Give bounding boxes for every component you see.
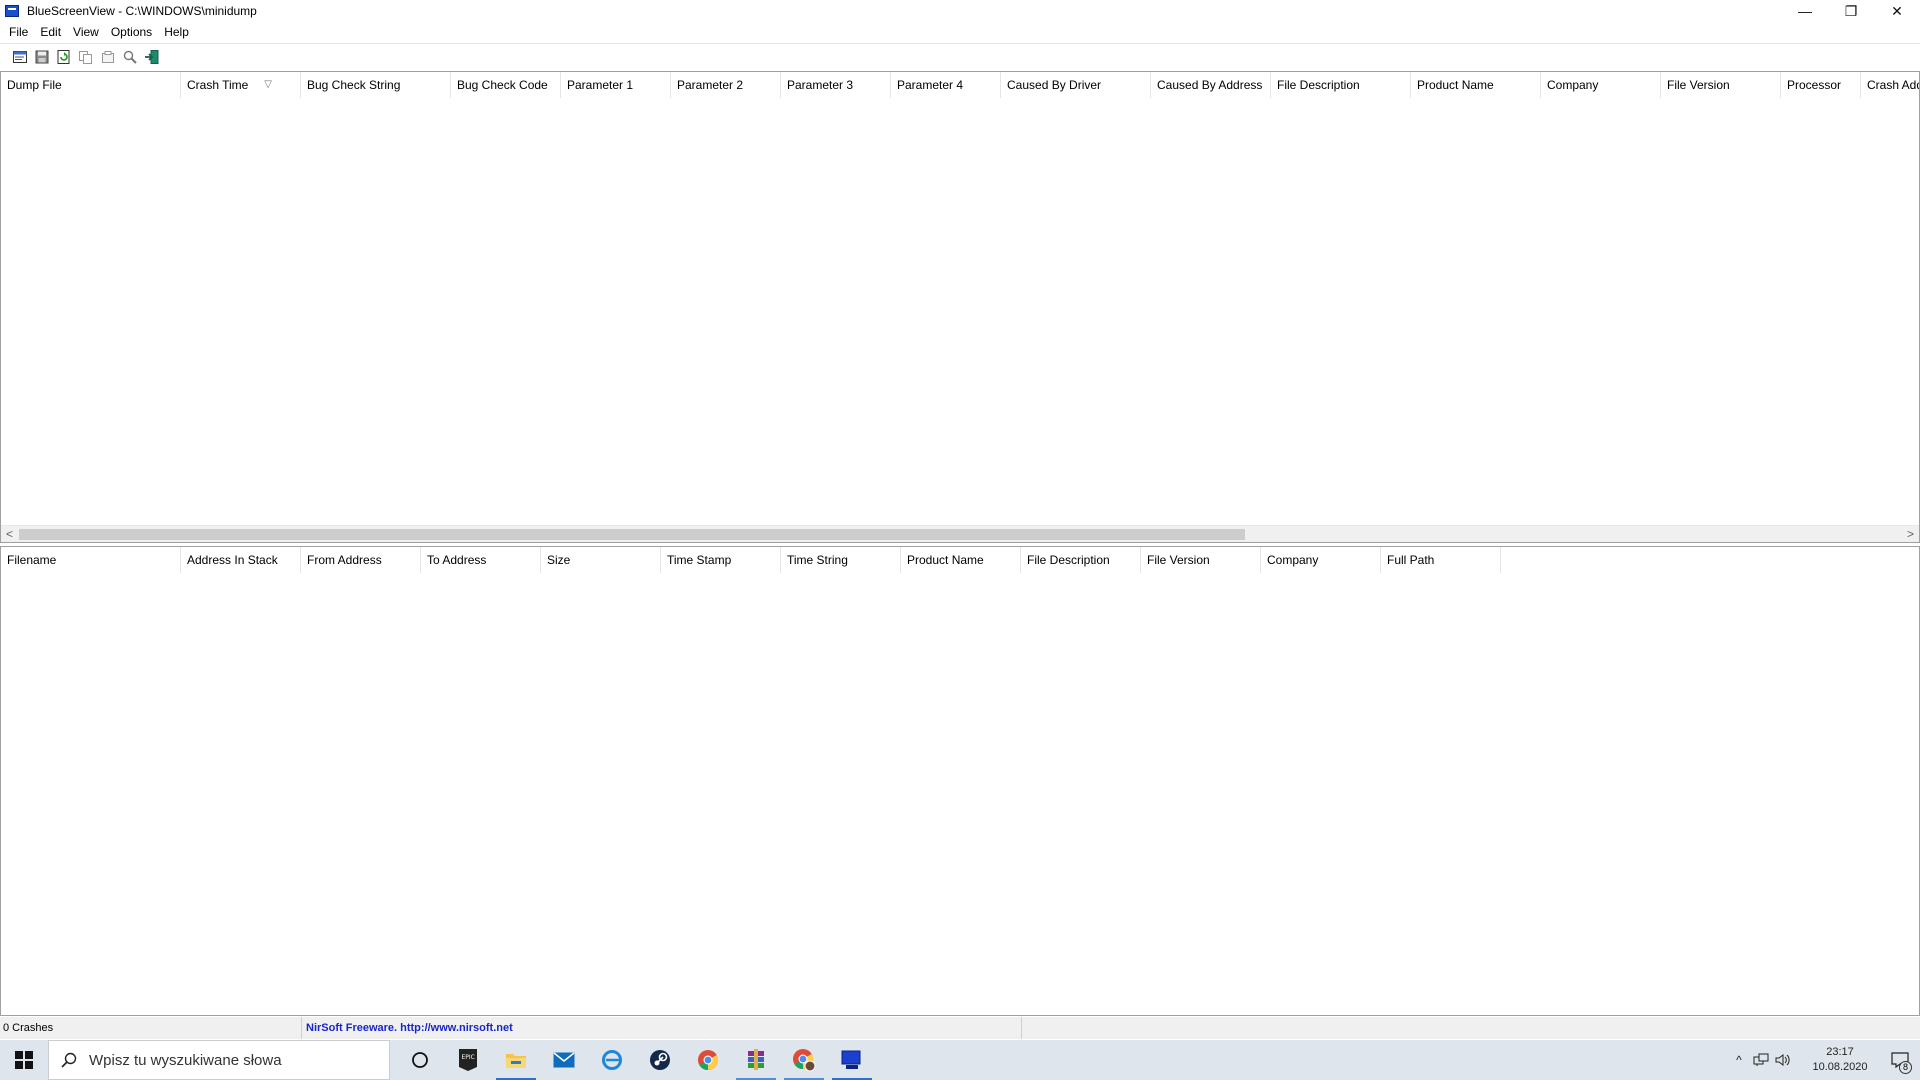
menu-options[interactable]: Options xyxy=(105,22,158,42)
search-placeholder: Wpisz tu wyszukiwane słowa xyxy=(89,1051,282,1069)
col-time-string[interactable]: Time String xyxy=(781,547,901,573)
col-bug-check-code[interactable]: Bug Check Code xyxy=(451,72,561,98)
col-from-address[interactable]: From Address xyxy=(301,547,421,573)
search-icon xyxy=(61,1052,77,1068)
network-icon[interactable] xyxy=(1750,1040,1772,1080)
col-bug-check-string[interactable]: Bug Check String xyxy=(301,72,451,98)
col-time-stamp[interactable]: Time Stamp xyxy=(661,547,781,573)
col-file-version-2[interactable]: File Version xyxy=(1141,547,1261,573)
nirsoft-link[interactable]: NirSoft Freeware. http://www.nirsoft.net xyxy=(302,1017,1022,1039)
status-bar: 0 Crashes NirSoft Freeware. http://www.n… xyxy=(0,1017,1920,1039)
window-title: BlueScreenView - C:\WINDOWS\minidump xyxy=(27,4,257,18)
bluescreenview-icon[interactable] xyxy=(828,1040,876,1080)
horizontal-scrollbar[interactable]: < > xyxy=(1,525,1919,542)
tray-chevron-icon[interactable]: ^ xyxy=(1728,1040,1750,1080)
col-parameter-1[interactable]: Parameter 1 xyxy=(561,72,671,98)
exit-icon[interactable] xyxy=(142,47,162,67)
col-filename[interactable]: Filename xyxy=(1,547,181,573)
notification-count-badge: 8 xyxy=(1899,1061,1912,1074)
col-to-address[interactable]: To Address xyxy=(421,547,541,573)
col-parameter-2[interactable]: Parameter 2 xyxy=(671,72,781,98)
col-product-name[interactable]: Product Name xyxy=(1411,72,1541,98)
clock-date: 10.08.2020 xyxy=(1812,1061,1868,1073)
driver-list-header: Filename Address In Stack From Address T… xyxy=(1,547,1501,573)
col-crash-time-label: Crash Time xyxy=(187,78,249,92)
scroll-thumb[interactable] xyxy=(19,529,1245,540)
winrar-icon[interactable] xyxy=(732,1040,780,1080)
start-button[interactable] xyxy=(0,1040,48,1080)
scroll-left-arrow[interactable]: < xyxy=(1,526,18,542)
restore-button[interactable]: ❐ xyxy=(1828,0,1874,22)
scroll-right-arrow[interactable]: > xyxy=(1902,526,1919,542)
html-report-icon[interactable] xyxy=(98,47,118,67)
chrome-icon[interactable] xyxy=(684,1040,732,1080)
menu-edit[interactable]: Edit xyxy=(34,22,67,42)
crash-list-pane[interactable]: Dump File Crash Time ▽ Bug Check String B… xyxy=(0,71,1920,543)
properties-icon[interactable] xyxy=(10,47,30,67)
copy-icon[interactable] xyxy=(76,47,96,67)
col-file-version[interactable]: File Version xyxy=(1661,72,1781,98)
title-bar: BlueScreenView - C:\WINDOWS\minidump — ❐… xyxy=(0,0,1920,22)
crash-list-header: Dump File Crash Time ▽ Bug Check String B… xyxy=(1,72,1919,98)
col-file-description-2[interactable]: File Description xyxy=(1021,547,1141,573)
col-crash-time[interactable]: Crash Time ▽ xyxy=(181,72,301,98)
col-file-description[interactable]: File Description xyxy=(1271,72,1411,98)
refresh-icon[interactable] xyxy=(54,47,74,67)
taskbar: Wpisz tu wyszukiwane słowa EPIC ^ 23:17 … xyxy=(0,1040,1920,1080)
col-company-2[interactable]: Company xyxy=(1261,547,1381,573)
minimize-button[interactable]: — xyxy=(1782,0,1828,22)
bluescreenview-app-icon xyxy=(5,5,19,17)
windows-logo-icon xyxy=(15,1051,33,1069)
col-product-name-2[interactable]: Product Name xyxy=(901,547,1021,573)
toolbar xyxy=(0,43,1920,69)
mail-icon[interactable] xyxy=(540,1040,588,1080)
driver-list-pane[interactable]: Filename Address In Stack From Address T… xyxy=(0,546,1920,1016)
col-processor[interactable]: Processor xyxy=(1781,72,1861,98)
epic-games-icon[interactable]: EPIC xyxy=(444,1040,492,1080)
sort-descending-icon: ▽ xyxy=(264,79,272,90)
system-tray: ^ 23:17 10.08.2020 8 xyxy=(1728,1040,1920,1080)
save-icon[interactable] xyxy=(32,47,52,67)
taskbar-clock[interactable]: 23:17 10.08.2020 xyxy=(1800,1045,1880,1075)
svg-text:EPIC: EPIC xyxy=(462,1054,475,1061)
file-explorer-icon[interactable] xyxy=(492,1040,540,1080)
col-size[interactable]: Size xyxy=(541,547,661,573)
chrome-profile-icon[interactable] xyxy=(780,1040,828,1080)
action-center-icon[interactable]: 8 xyxy=(1880,1040,1920,1080)
volume-icon[interactable] xyxy=(1772,1040,1794,1080)
close-button[interactable]: ✕ xyxy=(1874,0,1920,22)
col-parameter-4[interactable]: Parameter 4 xyxy=(891,72,1001,98)
edge-icon[interactable] xyxy=(588,1040,636,1080)
menu-view[interactable]: View xyxy=(67,22,105,42)
cortana-icon[interactable] xyxy=(396,1040,444,1080)
col-crash-address[interactable]: Crash Address xyxy=(1861,72,1919,98)
col-dump-file[interactable]: Dump File xyxy=(1,72,181,98)
col-caused-by-address[interactable]: Caused By Address xyxy=(1151,72,1271,98)
steam-icon[interactable] xyxy=(636,1040,684,1080)
col-full-path[interactable]: Full Path xyxy=(1381,547,1501,573)
menu-bar: File Edit View Options Help xyxy=(0,22,1920,42)
menu-file[interactable]: File xyxy=(3,22,34,42)
col-address-in-stack[interactable]: Address In Stack xyxy=(181,547,301,573)
find-icon[interactable] xyxy=(120,47,140,67)
col-company[interactable]: Company xyxy=(1541,72,1661,98)
menu-help[interactable]: Help xyxy=(158,22,195,42)
crash-count: 0 Crashes xyxy=(0,1017,302,1039)
window-controls: — ❐ ✕ xyxy=(1782,0,1920,22)
col-parameter-3[interactable]: Parameter 3 xyxy=(781,72,891,98)
col-caused-by-driver[interactable]: Caused By Driver xyxy=(1001,72,1151,98)
taskbar-search[interactable]: Wpisz tu wyszukiwane słowa xyxy=(48,1040,390,1080)
clock-time: 23:17 xyxy=(1826,1046,1854,1058)
